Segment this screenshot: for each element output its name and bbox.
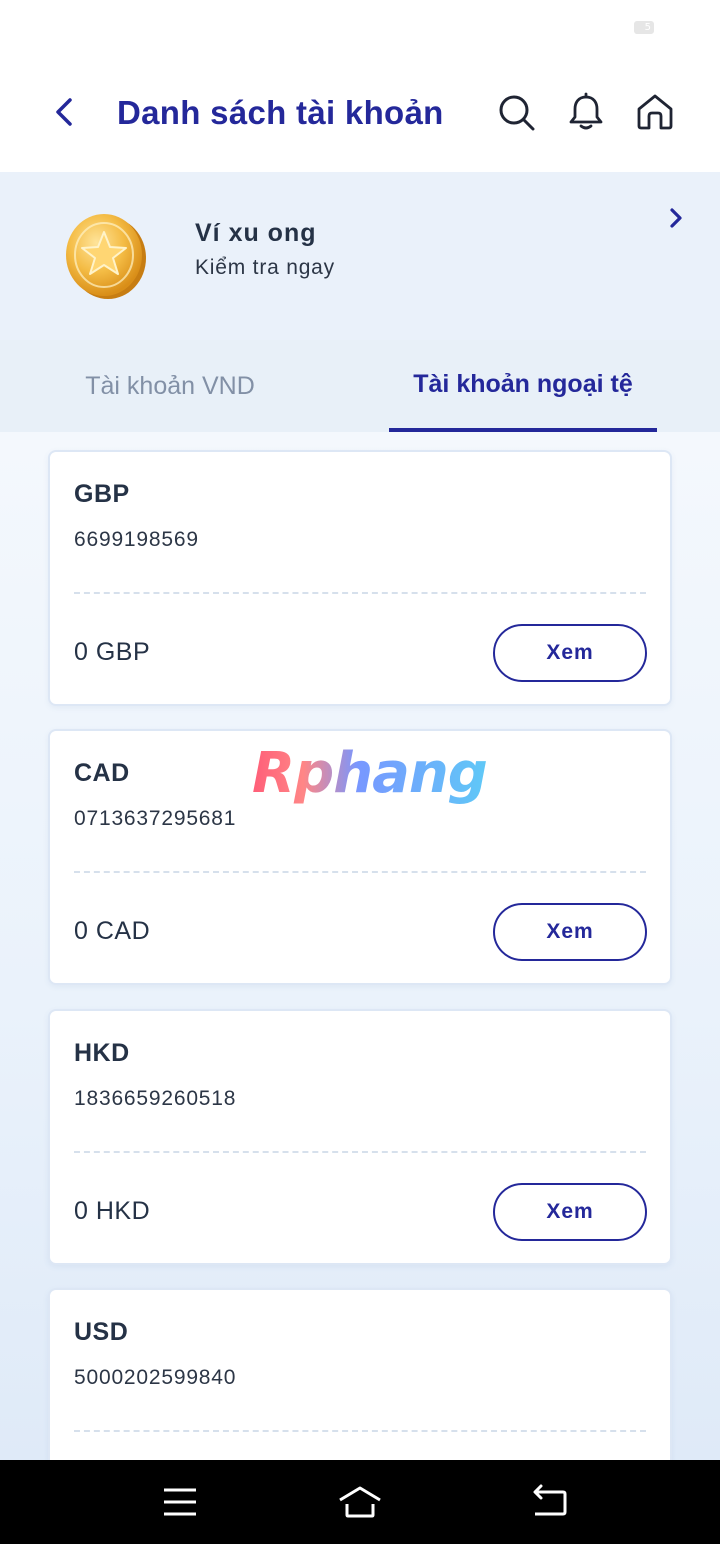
account-balance: 0 GBP xyxy=(74,638,151,666)
account-currency: HKD xyxy=(74,1039,130,1067)
nav-home-icon xyxy=(339,1486,381,1518)
home-button[interactable] xyxy=(635,92,675,132)
account-currency: GBP xyxy=(74,480,130,508)
search-icon xyxy=(499,95,535,131)
account-tabs: Tài khoản VND Tài khoản ngoại tệ xyxy=(0,340,720,432)
watermark-logo: Rphang xyxy=(252,741,488,806)
page-title: Danh sách tài khoản xyxy=(117,94,444,131)
system-nav-bar xyxy=(0,1460,720,1544)
account-card-gbp: GBP 6699198569 0 GBP Xem xyxy=(48,450,672,706)
promo-title: Ví xu ong xyxy=(195,219,317,247)
status-bar: 5 xyxy=(0,0,720,56)
promo-subtitle: Kiểm tra ngay xyxy=(195,256,335,279)
tab-foreign-currency-accounts[interactable]: Tài khoản ngoại tệ xyxy=(389,340,657,432)
nav-home-button[interactable] xyxy=(338,1482,382,1522)
view-account-button[interactable]: Xem xyxy=(493,624,647,682)
battery-level: 5 xyxy=(644,22,651,33)
account-balance: 0 HKD xyxy=(74,1197,151,1225)
back-icon xyxy=(56,98,72,126)
card-divider xyxy=(74,871,646,873)
account-number: 0713637295681 xyxy=(74,807,237,830)
chevron-right-icon[interactable] xyxy=(664,204,688,232)
card-divider xyxy=(74,1430,646,1432)
account-number: 5000202599840 xyxy=(74,1366,237,1389)
account-currency: CAD xyxy=(74,759,130,787)
search-button[interactable] xyxy=(496,92,536,132)
back-button[interactable] xyxy=(48,92,84,132)
notification-button[interactable] xyxy=(566,92,606,132)
nav-menu-button[interactable] xyxy=(158,1482,202,1522)
menu-icon xyxy=(164,1488,196,1516)
app-header: Danh sách tài khoản xyxy=(0,56,720,172)
tab-vnd-accounts[interactable]: Tài khoản VND xyxy=(56,340,284,432)
bell-icon xyxy=(569,92,603,130)
account-number: 6699198569 xyxy=(74,528,199,551)
nav-back-button[interactable] xyxy=(527,1482,571,1522)
account-card-usd: USD 5000202599840 xyxy=(48,1288,672,1460)
account-card-hkd: HKD 1836659260518 0 HKD Xem xyxy=(48,1009,672,1265)
card-divider xyxy=(74,592,646,594)
account-list: GBP 6699198569 0 GBP Xem CAD 07136372956… xyxy=(0,432,720,1460)
card-divider xyxy=(74,1151,646,1153)
account-number: 1836659260518 xyxy=(74,1087,237,1110)
view-account-button[interactable]: Xem xyxy=(493,1183,647,1241)
account-currency: USD xyxy=(74,1318,129,1346)
view-account-button[interactable]: Xem xyxy=(493,903,647,961)
home-icon xyxy=(637,94,673,130)
account-balance: 0 CAD xyxy=(74,917,151,945)
nav-back-icon xyxy=(533,1484,567,1516)
battery-icon: 5 xyxy=(634,21,654,34)
promo-banner[interactable]: Ví xu ong Kiểm tra ngay xyxy=(0,172,720,340)
coin-icon xyxy=(66,214,146,299)
